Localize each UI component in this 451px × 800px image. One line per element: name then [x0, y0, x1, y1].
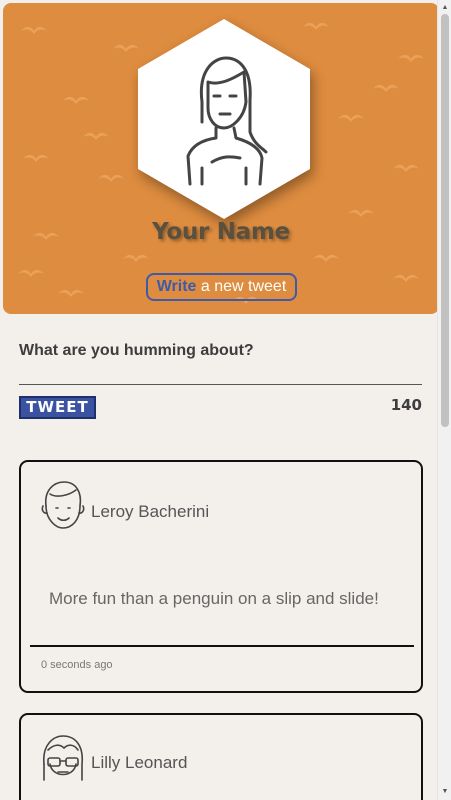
seagull-icon — [338, 114, 364, 122]
seagull-icon — [393, 274, 419, 282]
tweet-card: Leroy Bacherini More fun than a penguin … — [19, 460, 423, 693]
tweet-author: Leroy Bacherini — [91, 502, 210, 521]
scrollbar-thumb[interactable] — [441, 14, 449, 427]
write-new-tweet-button[interactable]: Write a new tweet — [146, 273, 297, 301]
seagull-icon — [348, 209, 374, 217]
seagull-icon — [313, 254, 339, 262]
seagull-icon — [393, 164, 419, 172]
seagull-icon — [123, 254, 149, 262]
tweet-divider — [30, 645, 414, 647]
seagull-icon — [98, 174, 124, 182]
seagull-icon — [373, 84, 399, 92]
seagull-icon — [18, 269, 44, 277]
scroll-down-arrow-icon[interactable]: ▼ — [438, 787, 451, 797]
seagull-icon — [23, 154, 49, 162]
write-button-bold-label: Write — [156, 278, 197, 295]
tweet-input[interactable] — [19, 384, 422, 385]
tweet-timestamp: 0 seconds ago — [41, 659, 113, 671]
vertical-scrollbar[interactable]: ▲ ▼ — [437, 0, 451, 800]
seagull-icon — [398, 54, 424, 62]
profile-picture-frame — [138, 19, 310, 219]
tweet-text: More fun than a penguin on a slip and sl… — [49, 589, 379, 608]
character-counter: 140 — [390, 396, 422, 414]
tweet-button[interactable]: TWEET — [19, 396, 96, 419]
scroll-up-arrow-icon[interactable]: ▲ — [438, 3, 451, 13]
profile-name: Your Name — [152, 219, 290, 245]
seagull-icon — [83, 132, 109, 140]
seagull-icon — [21, 26, 47, 34]
profile-header: Your Name Write a new tweet — [3, 3, 437, 314]
tweet-author: Lilly Leonard — [91, 753, 188, 772]
profile-page: Your Name Write a new tweet What are you… — [0, 0, 437, 800]
seagull-icon — [63, 96, 89, 104]
girl-glasses-avatar-icon — [43, 735, 84, 781]
seagull-icon — [113, 44, 139, 52]
tweet-card: Lilly Leonard — [19, 713, 423, 800]
seagull-icon — [58, 289, 84, 297]
girl-avatar-icon — [186, 56, 268, 185]
write-button-label: a new tweet — [196, 278, 287, 295]
boy-avatar-icon — [41, 481, 85, 529]
tweet-prompt: What are you humming about? — [19, 342, 254, 359]
